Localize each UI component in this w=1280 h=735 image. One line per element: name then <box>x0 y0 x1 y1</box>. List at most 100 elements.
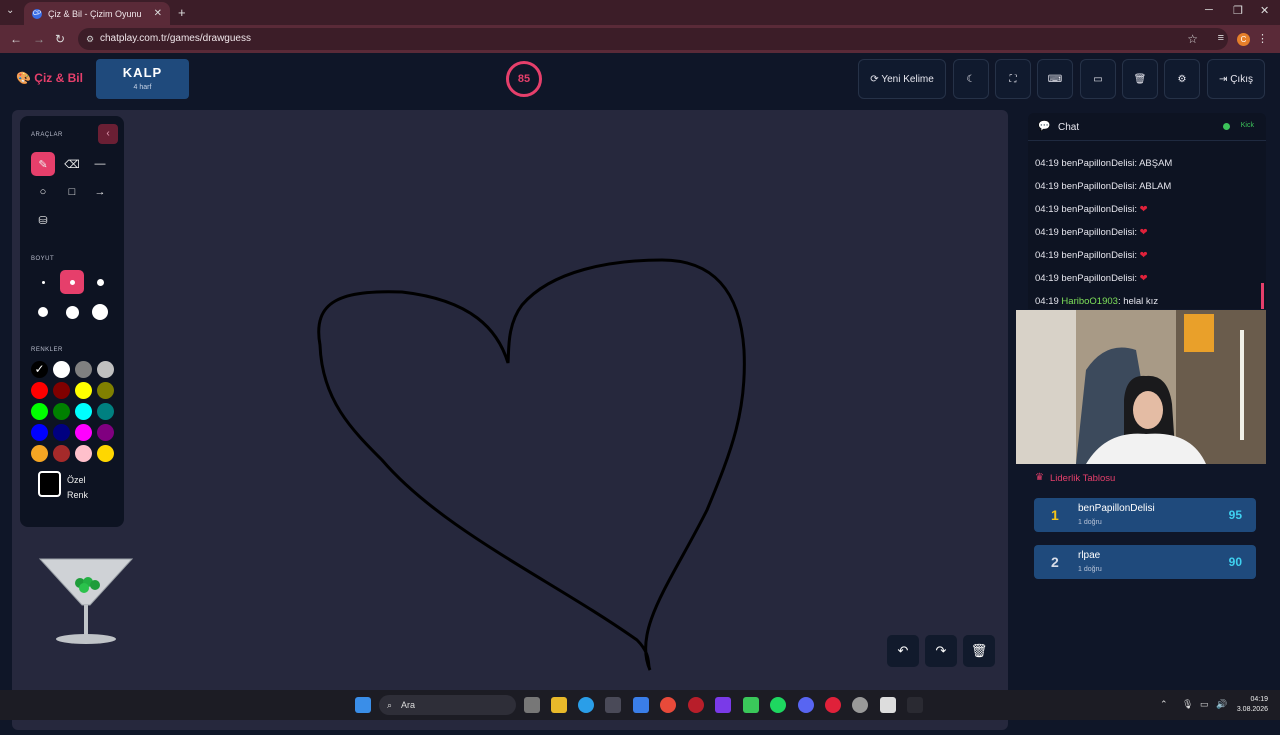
color-swatch[interactable] <box>31 382 48 399</box>
fill-tool[interactable]: ⛁ <box>31 208 55 232</box>
tray-chevron-icon[interactable]: ⌃ <box>1160 699 1168 710</box>
archive-button[interactable]: ▭ <box>1080 59 1116 99</box>
file-explorer-icon[interactable] <box>551 697 567 713</box>
color-swatch[interactable] <box>97 403 114 420</box>
redo-button[interactable]: ↷ <box>925 635 957 667</box>
message-user[interactable]: benPapillonDelisi <box>1061 204 1134 215</box>
chat-scrollbar[interactable] <box>1261 283 1264 309</box>
store-icon[interactable] <box>605 697 621 713</box>
message-user[interactable]: benPapillonDelisi <box>1061 273 1134 284</box>
task-view-icon[interactable] <box>524 697 540 713</box>
bookmark-star-icon[interactable]: ☆ <box>1187 32 1198 46</box>
taskbar-search[interactable]: ⌕ Ara <box>379 695 516 715</box>
custom-color-label-1: Özel <box>67 475 86 485</box>
edge-icon[interactable] <box>578 697 594 713</box>
color-swatch[interactable] <box>31 403 48 420</box>
new-word-button[interactable]: ⟳ Yeni Kelime <box>858 59 946 99</box>
color-swatch[interactable] <box>31 424 48 441</box>
browser-tab[interactable]: CP Çiz & Bil - Çizim Oyunu ✕ <box>24 2 170 25</box>
new-tab-icon[interactable]: + <box>178 5 186 20</box>
color-swatch[interactable] <box>97 424 114 441</box>
clock-time: 04:19 <box>1250 696 1268 703</box>
color-swatch[interactable] <box>75 361 92 378</box>
app-icon-purple[interactable] <box>715 697 731 713</box>
pen-tool[interactable]: ✎ <box>31 152 55 176</box>
message-user[interactable]: benPapillonDelisi <box>1061 250 1134 261</box>
size-6[interactable] <box>88 300 112 324</box>
webcam-feed <box>1016 310 1266 464</box>
size-1[interactable] <box>31 270 55 294</box>
minimize-icon[interactable]: ─ <box>1205 4 1213 16</box>
player-correct-count: 1 doğru <box>1078 566 1102 573</box>
rectangle-tool[interactable]: □ <box>60 180 84 204</box>
size-2[interactable] <box>60 270 84 294</box>
color-swatch[interactable] <box>75 424 92 441</box>
color-swatch[interactable] <box>53 424 70 441</box>
trash-icon: 🗑 <box>1133 73 1147 85</box>
profile-avatar[interactable]: C <box>1237 33 1250 46</box>
color-swatch[interactable] <box>53 382 70 399</box>
app-logo[interactable]: 🎨 Çiz & Bil <box>16 71 83 85</box>
color-swatch[interactable] <box>97 382 114 399</box>
size-5[interactable] <box>60 300 84 324</box>
app-icon-dark[interactable] <box>907 697 923 713</box>
media-control-icon[interactable]: ≡ <box>1218 32 1224 44</box>
message-time: 04:19 <box>1035 296 1059 307</box>
color-swatch[interactable] <box>75 403 92 420</box>
site-info-icon[interactable]: ⚙ <box>86 28 94 50</box>
browser-menu-icon[interactable]: ⋮ <box>1257 32 1268 45</box>
color-swatch[interactable] <box>75 445 92 462</box>
circle-tool[interactable]: ○ <box>31 180 55 204</box>
volume-icon[interactable]: 🔊 <box>1216 699 1227 710</box>
mail-icon[interactable] <box>633 697 649 713</box>
color-swatch[interactable] <box>97 361 114 378</box>
message-user[interactable]: benPapillonDelisi <box>1061 181 1134 192</box>
keyboard-button[interactable]: ⌨ <box>1037 59 1073 99</box>
trash-button[interactable]: 🗑 <box>1122 59 1158 99</box>
fullscreen-button[interactable]: ⛶ <box>995 59 1031 99</box>
undo-button[interactable]: ↶ <box>887 635 919 667</box>
window-close-icon[interactable]: ✕ <box>1260 4 1269 17</box>
message-user[interactable]: benPapillonDelisi <box>1061 158 1134 169</box>
chrome-icon[interactable] <box>660 697 676 713</box>
color-swatch[interactable] <box>75 382 92 399</box>
message-user[interactable]: HariboO1903 <box>1061 296 1118 307</box>
color-swatch[interactable] <box>53 361 70 378</box>
color-swatch[interactable]: ✓ <box>31 361 48 378</box>
maximize-icon[interactable]: ❐ <box>1233 4 1243 17</box>
color-swatch[interactable] <box>31 445 48 462</box>
opera-icon[interactable] <box>825 697 841 713</box>
back-icon[interactable]: ← <box>10 32 22 46</box>
size-4[interactable] <box>31 300 55 324</box>
clear-canvas-button[interactable]: 🗑 <box>963 635 995 667</box>
forward-icon[interactable]: → <box>33 32 45 46</box>
app-icon-green[interactable] <box>743 697 759 713</box>
start-menu-icon[interactable] <box>355 697 371 713</box>
tab-search-icon[interactable]: ⌄ <box>6 5 14 16</box>
url-field[interactable]: ⚙ chatplay.com.tr/games/drawguess <box>78 28 1228 50</box>
spotify-icon[interactable] <box>770 697 786 713</box>
message-user[interactable]: benPapillonDelisi <box>1061 227 1134 238</box>
color-swatch[interactable] <box>97 445 114 462</box>
line-tool[interactable]: — <box>88 152 112 176</box>
reload-icon[interactable]: ↻ <box>55 32 65 46</box>
custom-color-button[interactable] <box>38 471 61 497</box>
settings-button[interactable]: ⚙ <box>1164 59 1200 99</box>
close-tab-icon[interactable]: ✕ <box>154 8 162 19</box>
size-3[interactable] <box>88 270 112 294</box>
drawing-canvas[interactable] <box>12 110 1008 730</box>
color-swatch[interactable] <box>53 445 70 462</box>
app-icon-gray[interactable] <box>852 697 868 713</box>
collapse-panel-button[interactable]: ‹ <box>98 124 118 144</box>
exit-button[interactable]: ⇥ Çıkış <box>1207 59 1265 99</box>
arrow-tool[interactable]: → <box>88 180 112 204</box>
app-icon-white[interactable] <box>880 697 896 713</box>
color-swatch[interactable] <box>53 403 70 420</box>
discord-icon[interactable] <box>798 697 814 713</box>
network-icon[interactable]: ▭ <box>1200 699 1209 710</box>
theme-toggle-button[interactable]: ☾ <box>953 59 989 99</box>
app-icon-red[interactable] <box>688 697 704 713</box>
taskbar-clock[interactable]: 04:19 3.08.2026 <box>1237 695 1268 715</box>
microphone-icon[interactable]: 🎙 <box>1182 699 1193 710</box>
eraser-tool[interactable]: ⌫ <box>60 152 84 176</box>
